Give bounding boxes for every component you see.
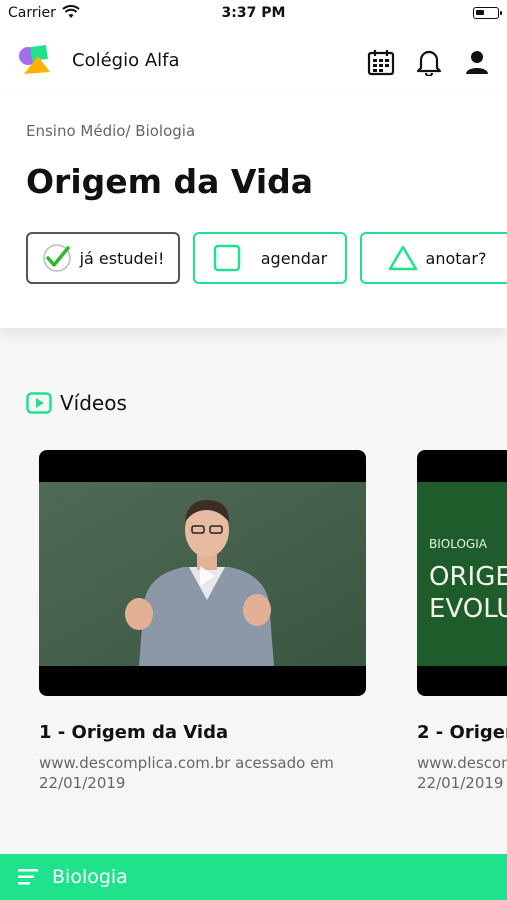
video-frame: BIOLOGIA ORIGEM EVOLUÇÃO [417, 482, 507, 666]
note-button[interactable]: anotar? [360, 232, 507, 284]
video-description: www.descomplica.com.br acessado em 22/01… [39, 754, 334, 792]
video-thumbnail[interactable]: BIOLOGIA ORIGEM EVOLUÇÃO [417, 450, 507, 696]
subject-label: Biologia [52, 866, 128, 888]
breadcrumb[interactable]: Ensino Médio/ Biologia [26, 122, 195, 140]
bell-icon[interactable] [413, 46, 445, 78]
page-title: Origem da Vida [26, 162, 314, 201]
schedule-label: agendar [260, 248, 328, 268]
video-card[interactable]: 1 - Origem da Vida www.descomplica.com.b… [39, 450, 366, 793]
thumb-title-2: EVOLUÇÃO [429, 594, 507, 624]
square-icon [213, 244, 240, 272]
play-box-icon [26, 392, 52, 414]
app-bar: Colégio Alfa [0, 28, 507, 96]
logo [19, 44, 50, 74]
thumb-title-1: ORIGEM [429, 562, 507, 592]
clock: 3:37 PM [221, 5, 286, 21]
video-frame [39, 482, 366, 666]
studied-label: já estudei! [79, 248, 165, 268]
note-label: anotar? [425, 248, 487, 268]
status-bar: Carrier 3:37 PM [0, 0, 507, 28]
battery-icon [473, 7, 502, 19]
video-thumbnail[interactable] [39, 450, 366, 696]
user-icon[interactable] [461, 46, 493, 78]
app-title: Colégio Alfa [72, 50, 180, 71]
studied-button[interactable]: já estudei! [26, 232, 180, 284]
videos-carousel[interactable]: 1 - Origem da Vida www.descomplica.com.b… [39, 450, 507, 810]
video-description: www.descomplica.com.br acessado em 22/01… [417, 754, 507, 792]
schedule-button[interactable]: agendar [193, 232, 347, 284]
thumb-subject: BIOLOGIA [429, 537, 487, 551]
calendar-icon[interactable] [365, 46, 397, 78]
video-card[interactable]: BIOLOGIA ORIGEM EVOLUÇÃO 2 - Origem www.… [417, 450, 507, 793]
video-title[interactable]: 1 - Origem da Vida [39, 722, 366, 743]
triangle-icon [388, 245, 417, 271]
subject-bar[interactable]: Biologia [0, 854, 507, 900]
check-icon [42, 244, 71, 272]
videos-heading: Vídeos [60, 391, 127, 415]
lesson-header: Ensino Médio/ Biologia Origem da Vida já… [0, 96, 507, 328]
menu-icon[interactable] [18, 868, 40, 886]
videos-section-title: Vídeos [26, 391, 127, 415]
video-title[interactable]: 2 - Origem [417, 722, 507, 743]
